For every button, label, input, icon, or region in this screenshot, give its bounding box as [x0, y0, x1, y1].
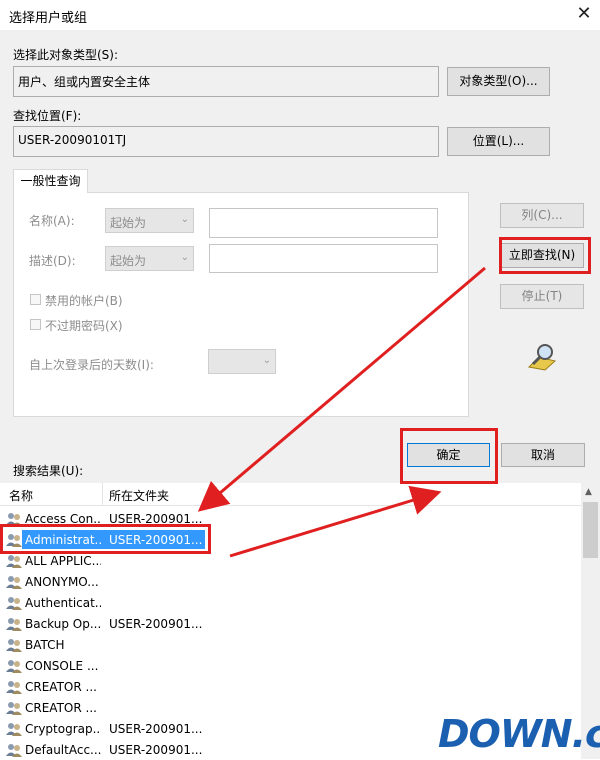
annotation-arrows — [197, 266, 486, 558]
arrow-result-to-ok — [229, 485, 442, 558]
watermark-logo: DOWN.cc — [438, 712, 600, 756]
arrow-find-to-result — [197, 266, 486, 512]
